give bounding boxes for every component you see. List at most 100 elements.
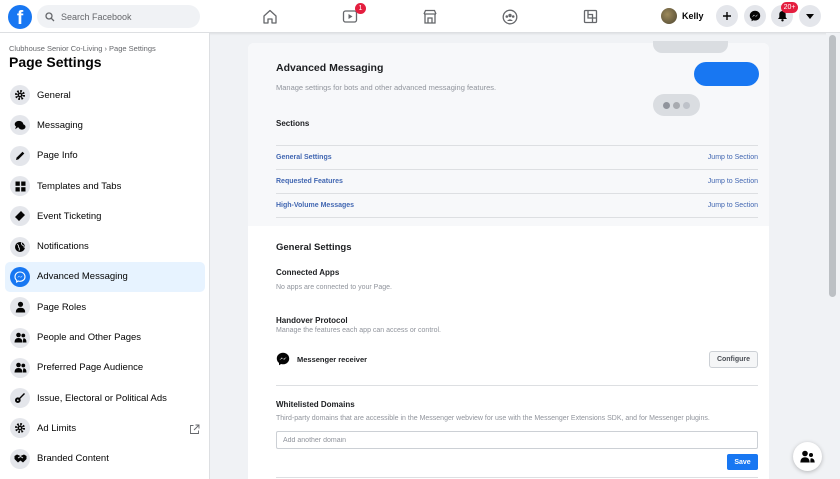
profile-button[interactable]: Kelly	[661, 5, 708, 27]
external-link-icon[interactable]	[189, 422, 200, 440]
sidebar-item-label: Preferred Page Audience	[37, 362, 144, 374]
configure-button[interactable]: Configure	[708, 351, 758, 368]
page-title: Page Settings	[9, 54, 102, 70]
sidebar-item-label: Advanced Messaging	[37, 271, 128, 283]
account-menu-button[interactable]	[799, 5, 821, 27]
sidebar-item-templates-and-tabs[interactable]: Templates and Tabs	[5, 171, 205, 201]
facebook-logo[interactable]: f	[8, 5, 32, 29]
handover-protocol-title: Handover Protocol	[276, 316, 348, 325]
top-navigation-bar: f 1 Kelly 20+	[0, 0, 840, 33]
home-icon	[263, 9, 277, 24]
sidebar-item-label: Notifications	[37, 241, 89, 253]
people-icon	[800, 450, 815, 463]
main-nav: 1	[230, 0, 630, 33]
caret-down-icon	[806, 13, 814, 19]
home-tab[interactable]	[230, 0, 310, 33]
sidebar-item-label: Event Ticketing	[37, 210, 102, 222]
gaming-icon	[583, 9, 597, 24]
header-section: Advanced Messaging Manage settings for b…	[248, 41, 769, 226]
sidebar-item-event-ticketing[interactable]: Event Ticketing	[5, 201, 205, 231]
typing-dot	[683, 101, 690, 109]
scrollbar-thumb[interactable]	[829, 35, 836, 297]
search-input[interactable]	[61, 11, 191, 22]
search-icon	[45, 11, 55, 21]
section-row: Requested Features Jump to Section	[276, 169, 758, 193]
groups-tab[interactable]	[470, 0, 550, 33]
people-icon	[10, 327, 30, 348]
sidebar-item-page-info[interactable]: Page Info	[5, 141, 205, 171]
sidebar-item-label: Templates and Tabs	[37, 180, 122, 192]
whitelisted-domains-title: Whitelisted Domains	[276, 400, 355, 409]
messenger-icon	[10, 266, 30, 287]
globe-icon	[10, 236, 30, 257]
sections-label: Sections	[276, 119, 310, 128]
save-button[interactable]: Save	[727, 454, 758, 470]
messenger-button[interactable]	[744, 5, 766, 27]
sidebar-item-general[interactable]: General	[5, 80, 205, 110]
sidebar-item-label: People and Other Pages	[37, 332, 142, 344]
profile-name: Kelly	[682, 11, 704, 21]
app-name: Messenger receiver	[297, 354, 368, 364]
sidebar-item-advanced-messaging[interactable]: Advanced Messaging	[5, 261, 205, 293]
chat-bubbles-icon	[10, 115, 30, 136]
sidebar-item-label: Page Info	[37, 150, 78, 162]
sidebar-item-label: Issue, Electoral or Political Ads	[37, 392, 167, 404]
avatar	[661, 8, 677, 24]
groups-icon	[502, 9, 518, 24]
sidebar-item-preferred-page-audience[interactable]: Preferred Page Audience	[5, 353, 205, 383]
sidebar-item-ad-limits[interactable]: Ad Limits	[5, 413, 205, 443]
gear-icon	[10, 85, 30, 106]
create-button[interactable]	[716, 5, 738, 27]
messenger-icon	[749, 10, 761, 22]
sidebar-item-branded-content[interactable]: Branded Content	[5, 444, 205, 474]
sidebar-item-page-roles[interactable]: Page Roles	[5, 292, 205, 322]
jump-to-section-link[interactable]: Jump to Section	[708, 202, 758, 209]
grid-icon	[10, 176, 30, 197]
handshake-icon	[10, 448, 30, 469]
marketplace-tab[interactable]	[390, 0, 470, 33]
search-box[interactable]	[37, 5, 200, 28]
handover-protocol-description: Manage the features each app can access …	[276, 327, 441, 334]
connected-apps-title: Connected Apps	[276, 268, 340, 277]
section-subtitle: Manage settings for bots and other advan…	[276, 83, 497, 92]
ticket-icon	[10, 206, 30, 227]
sidebar-item-people-and-other-pages[interactable]: People and Other Pages	[5, 322, 205, 352]
sidebar-item-label: Branded Content	[37, 453, 109, 465]
settings-nav-list: General Messaging Page Info Templates an…	[5, 80, 205, 474]
main-content: Advanced Messaging Manage settings for b…	[211, 33, 840, 479]
gear-icon	[10, 418, 30, 439]
watch-tab[interactable]: 1	[310, 0, 390, 33]
store-icon	[423, 9, 437, 24]
section-link-requested-features[interactable]: Requested Features	[276, 178, 343, 185]
plus-icon	[723, 12, 731, 20]
typing-indicator-illustration	[653, 94, 700, 116]
scrollbar[interactable]	[826, 33, 840, 479]
sidebar-item-label: General	[37, 89, 71, 101]
sidebar-item-messaging[interactable]: Messaging	[5, 110, 205, 140]
jump-to-section-link[interactable]: Jump to Section	[708, 154, 758, 161]
sidebar-item-political-ads[interactable]: Issue, Electoral or Political Ads	[5, 383, 205, 413]
notifications-badge: 20+	[781, 2, 798, 13]
settings-card: Advanced Messaging Manage settings for b…	[248, 41, 769, 479]
jump-to-section-link[interactable]: Jump to Section	[708, 178, 758, 185]
divider	[276, 217, 758, 218]
sidebar-item-notifications[interactable]: Notifications	[5, 231, 205, 261]
settings-sidebar: Clubhouse Senior Co-Living › Page Settin…	[0, 33, 210, 479]
sidebar-item-label: Ad Limits	[37, 422, 77, 434]
person-icon	[10, 297, 30, 318]
sidebar-item-label: Page Roles	[37, 301, 87, 313]
contacts-floating-button[interactable]	[793, 442, 822, 471]
section-link-high-volume-messages[interactable]: High-Volume Messages	[276, 202, 354, 209]
pencil-icon	[10, 145, 30, 166]
gaming-tab[interactable]	[550, 0, 630, 33]
whitelisted-domains-description: Third-party domains that are accessible …	[276, 415, 710, 422]
breadcrumb[interactable]: Clubhouse Senior Co-Living › Page Settin…	[9, 44, 156, 53]
domain-input[interactable]	[276, 431, 758, 449]
section-row: General Settings Jump to Section	[276, 145, 758, 169]
chat-bubble-illustration	[653, 41, 728, 53]
app-row: Messenger receiver Configure	[276, 349, 758, 369]
section-link-general-settings[interactable]: General Settings	[276, 154, 332, 161]
notifications-button[interactable]: 20+	[771, 2, 798, 27]
watch-badge: 1	[355, 3, 366, 14]
divider	[276, 385, 758, 386]
